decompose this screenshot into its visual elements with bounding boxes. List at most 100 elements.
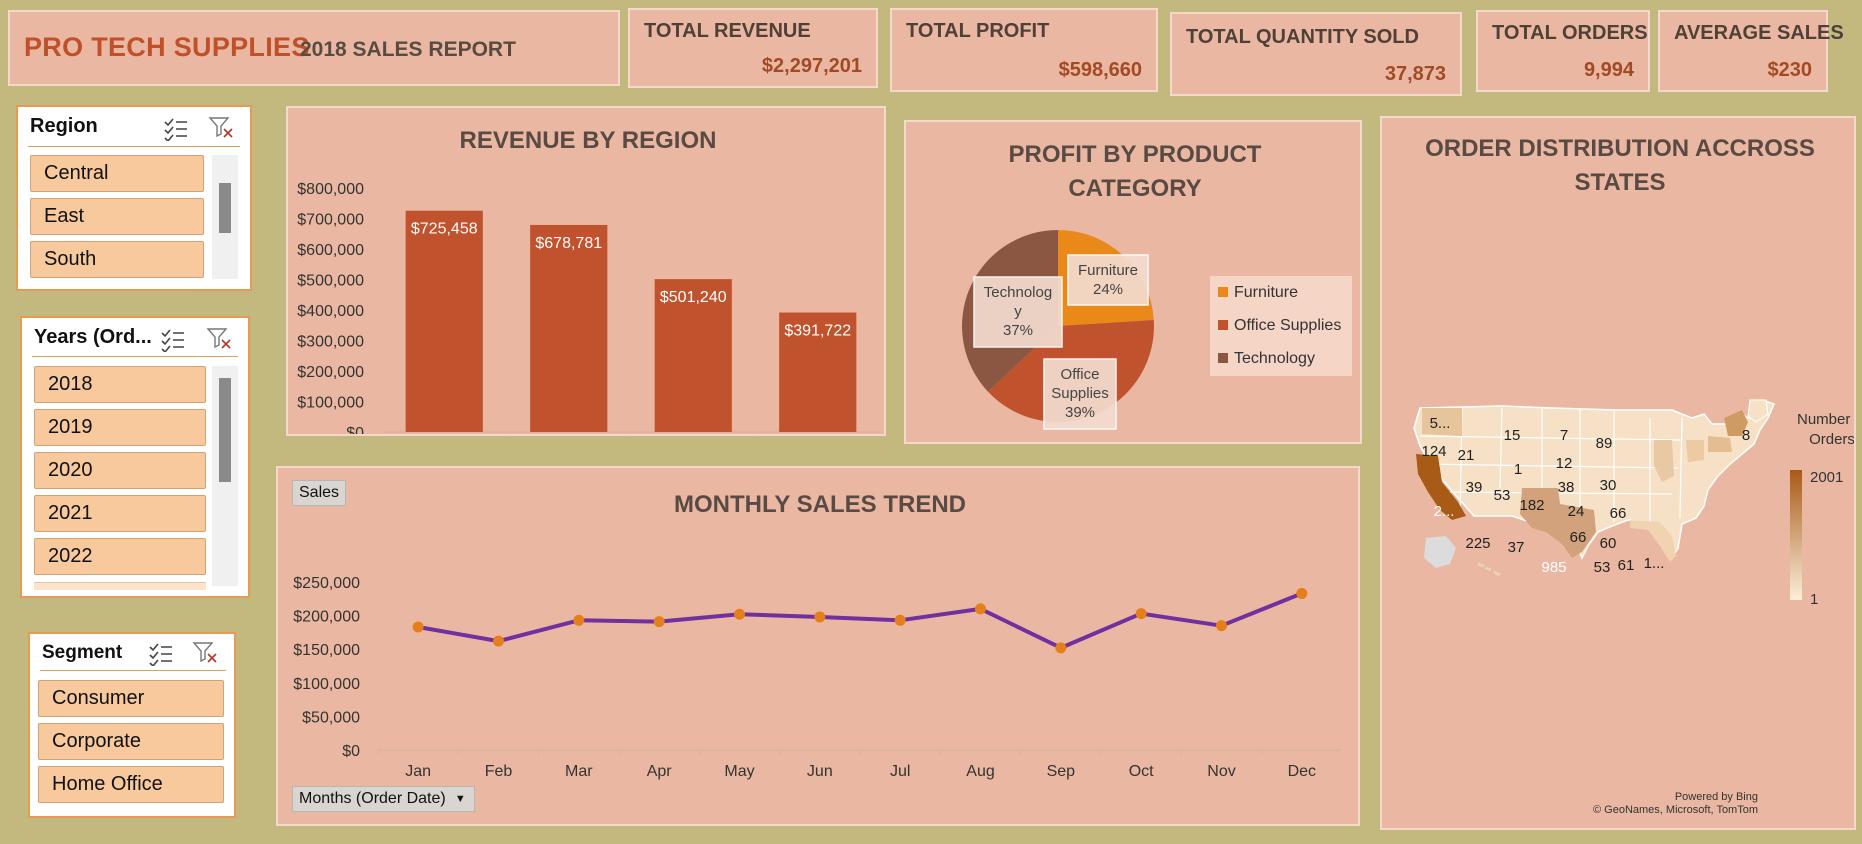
map-label: 24 — [1568, 503, 1585, 520]
slicer-item-corporate[interactable]: Corporate — [38, 723, 224, 760]
legend-entry-furniture: Furniture — [1218, 284, 1298, 302]
slicer-item-2022[interactable]: 2022 — [34, 538, 206, 575]
slicer-item-central[interactable]: Central — [30, 155, 204, 192]
x-tick-label: Jan — [405, 763, 431, 780]
order-distribution-map: ORDER DISTRIBUTION ACCROSS STATES 5... 1… — [1380, 116, 1856, 830]
legend-swatch — [1218, 353, 1228, 363]
slicer-item-consumer[interactable]: Consumer — [38, 680, 224, 717]
months-axis-button[interactable]: Months (Order Date) ▼ — [292, 786, 475, 812]
clear-filter-icon[interactable] — [192, 640, 218, 664]
slicer-scrollbar[interactable] — [212, 366, 238, 586]
state-hawaii — [1477, 562, 1501, 577]
line-marker-nov — [1216, 620, 1227, 632]
segment-slicer: Segment Consumer Corporate Home Office — [28, 632, 236, 818]
slicer-item-partial — [34, 582, 206, 590]
map-credit-bing: Powered by Bing — [1675, 791, 1758, 803]
kpi-value: 9,994 — [1583, 59, 1634, 81]
slicer-item-2020[interactable]: 2020 — [34, 452, 206, 489]
kpi-value: $230 — [1767, 59, 1813, 81]
y-tick-label: $250,000 — [293, 575, 360, 592]
state-alaska — [1424, 536, 1456, 568]
monthly-sales-trend-chart: Sales MONTHLY SALES TREND $0 $50,000 $100,… — [276, 466, 1360, 826]
us-states-map: 5... 124 21 15 7 89 8 12 1 39 53 38 30 2… — [1413, 399, 1854, 816]
kpi-total-revenue: TOTAL REVENUE $2,297,201 — [628, 8, 878, 88]
line-marker-sep — [1055, 642, 1067, 654]
slicer-item-east[interactable]: East — [30, 198, 204, 235]
map-label: 15 — [1504, 427, 1521, 444]
kpi-total-profit: TOTAL PROFIT $598,660 — [890, 8, 1158, 92]
slicer-item-2019[interactable]: 2019 — [34, 409, 206, 446]
line-marker-apr — [653, 616, 665, 628]
bar-data-label: $501,240 — [660, 289, 727, 306]
clear-filter-icon[interactable] — [208, 115, 234, 139]
pie-data-label: 37% — [1003, 322, 1033, 339]
legend-label: Office Supplies — [1234, 317, 1342, 334]
slicer-title: Region — [30, 115, 98, 137]
multi-select-icon[interactable] — [148, 642, 174, 666]
map-label: 8 — [1742, 427, 1750, 444]
map-label: 1... — [1644, 555, 1665, 572]
legend-swatch — [1218, 287, 1228, 297]
profit-by-category-chart: PROFIT BY PRODUCT CATEGORY Furniture 24% O… — [904, 120, 1362, 444]
kpi-total-quantity-sold: TOTAL QUANTITY SOLD 37,873 — [1170, 12, 1462, 96]
report-subtitle: 2018 SALES REPORT — [300, 38, 516, 61]
y-tick-label: $0 — [342, 743, 360, 760]
line-marker-jan — [412, 621, 424, 633]
legend-label: Furniture — [1234, 284, 1299, 301]
multi-select-icon[interactable] — [160, 328, 186, 352]
kpi-label: TOTAL ORDERS — [1492, 22, 1648, 44]
y-tick-label: $200,000 — [293, 609, 360, 626]
legend-label: Technology — [1234, 350, 1315, 367]
line-marker-feb — [493, 635, 504, 647]
slicer-item-home-office[interactable]: Home Office — [38, 766, 224, 803]
dropdown-arrow-icon[interactable]: ▼ — [455, 787, 466, 811]
x-tick-label: Aug — [966, 763, 994, 780]
pie-data-label: Supplies — [1051, 385, 1109, 402]
pie-data-label: Technolog — [984, 284, 1052, 301]
y-tick-label: $100,000 — [293, 676, 360, 693]
map-label: 12 — [1556, 455, 1573, 472]
pie-data-label: 39% — [1065, 404, 1095, 421]
map-legend-title-line1: Number of — [1797, 411, 1854, 428]
title-banner: PRO TECH SUPPLIES 2018 SALES REPORT — [8, 10, 620, 86]
slicer-scrollbar[interactable] — [212, 155, 238, 279]
clear-filter-icon[interactable] — [206, 326, 232, 350]
y-tick-label: $50,000 — [302, 709, 360, 726]
map-label: 2... — [1434, 503, 1455, 520]
bar-east — [530, 224, 608, 432]
map-color-scale — [1790, 470, 1802, 600]
y-tick-label: $200,000 — [297, 364, 364, 381]
scrollbar-thumb[interactable] — [219, 183, 231, 233]
map-label: 66 — [1570, 529, 1587, 546]
kpi-label: TOTAL REVENUE — [644, 20, 811, 42]
line-marker-dec — [1296, 587, 1308, 599]
pie-data-label: Furniture — [1078, 262, 1138, 279]
bar-data-label: $725,458 — [411, 221, 478, 238]
y-tick-label: $150,000 — [293, 642, 360, 659]
kpi-value: 37,873 — [1384, 63, 1446, 85]
legend-swatch — [1218, 320, 1228, 330]
scrollbar-thumb[interactable] — [219, 378, 231, 482]
bar-data-label: $678,781 — [535, 235, 602, 252]
slicer-item-2021[interactable]: 2021 — [34, 495, 206, 532]
slicer-divider — [28, 146, 240, 147]
line-marker-jun — [814, 611, 826, 623]
legend-entry-office-supplies: Office Supplies — [1218, 317, 1341, 335]
map-label: 1 — [1514, 461, 1522, 478]
map-label: 66 — [1610, 505, 1627, 522]
state-pennsylvania — [1708, 436, 1732, 452]
pie-data-label: Office — [1061, 366, 1100, 383]
y-tick-label: $800,000 — [297, 181, 364, 198]
x-tick-label: Sep — [1047, 763, 1076, 780]
legend-entry-technology: Technology — [1218, 350, 1315, 368]
y-tick-label: $300,000 — [297, 334, 364, 351]
years-slicer: Years (Ord... 2018 2019 2020 2021 2022 — [20, 316, 250, 598]
line-marker-jul — [894, 614, 906, 626]
slicer-item-south[interactable]: South — [30, 241, 204, 278]
map-label: 124 — [1421, 443, 1446, 460]
multi-select-icon[interactable] — [163, 117, 189, 141]
x-tick-label: Jun — [807, 763, 833, 780]
slicer-item-2018[interactable]: 2018 — [34, 366, 206, 403]
kpi-total-orders: TOTAL ORDERS 9,994 — [1476, 10, 1650, 92]
y-tick-label: $0 — [346, 425, 364, 434]
